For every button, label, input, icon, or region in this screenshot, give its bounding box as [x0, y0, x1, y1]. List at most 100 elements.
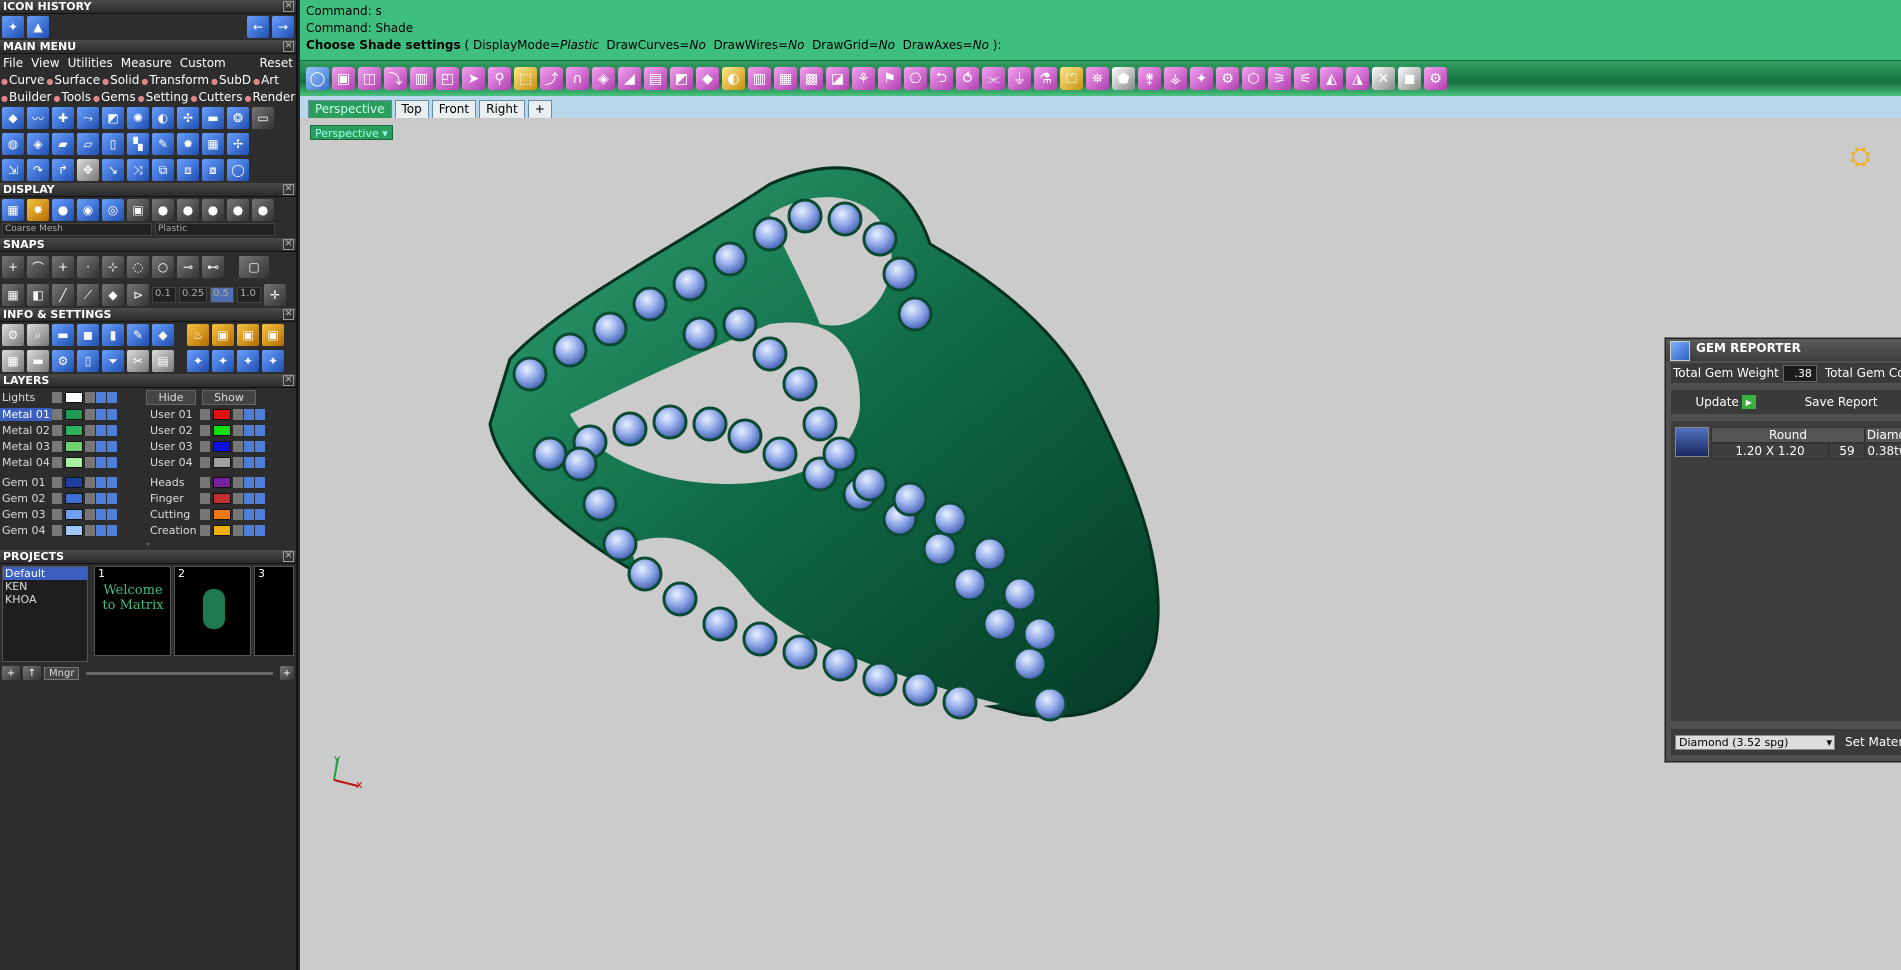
info-icon[interactable]: ◼ [77, 324, 99, 346]
preview-icon[interactable]: ▣ [127, 199, 149, 221]
toolbar-tool-icon[interactable]: ▦ [774, 67, 797, 90]
expand-icon[interactable] [200, 508, 210, 520]
layout-icon[interactable]: ▦ [2, 350, 24, 372]
select-icon[interactable] [255, 524, 265, 536]
tab-art[interactable]: Art [253, 73, 279, 87]
close-icon[interactable]: ✕ [283, 551, 294, 562]
edit-icon[interactable]: ✎ [127, 324, 149, 346]
show-button[interactable]: Show [202, 389, 256, 405]
menu-utilities[interactable]: Utilities [68, 56, 113, 70]
layer-row[interactable]: User 02 [148, 422, 296, 438]
toolbar-tool-icon[interactable]: ⏚ [1008, 67, 1031, 90]
snap-icon[interactable]: ⊹ [102, 256, 124, 278]
tool-icon[interactable]: ✹ [177, 133, 199, 155]
mesh-select[interactable]: Coarse Mesh [2, 223, 152, 236]
visible-icon[interactable] [244, 408, 254, 420]
snap-step[interactable]: 0.1 [152, 287, 176, 303]
toolbar-tool-icon[interactable]: ⥀ [956, 67, 979, 90]
thumb-slider[interactable] [86, 671, 273, 675]
visible-icon[interactable] [244, 476, 254, 488]
snap-icon[interactable]: ◆ [102, 284, 124, 306]
add-icon[interactable]: + [2, 666, 20, 680]
render-icon[interactable]: ◉ [77, 199, 99, 221]
layer-row[interactable]: User 03 [148, 438, 296, 454]
tool-icon[interactable]: ▬ [202, 107, 224, 129]
project-thumb[interactable]: 3 [254, 566, 294, 656]
layer-row[interactable]: User 04 [148, 454, 296, 470]
visible-icon[interactable] [244, 524, 254, 536]
snap-icon[interactable]: ⌒ [27, 256, 49, 278]
info-icon[interactable]: ▣ [262, 324, 284, 346]
toolbar-tool-icon[interactable]: ▩ [800, 67, 823, 90]
layer-name[interactable]: Metal 02 [0, 424, 52, 437]
layer-name[interactable]: Gem 04 [0, 524, 52, 537]
close-icon[interactable]: ✕ [283, 41, 294, 52]
menu-file[interactable]: File [3, 56, 23, 70]
lock-icon[interactable] [85, 524, 95, 536]
lock-icon[interactable] [233, 508, 243, 520]
info-icon[interactable]: ✦ [237, 350, 259, 372]
layer-color-swatch[interactable] [213, 424, 231, 436]
select-icon[interactable] [255, 408, 265, 420]
lock-icon[interactable] [85, 492, 95, 504]
layer-row[interactable]: Gem 04 [0, 522, 148, 538]
layer-color-swatch[interactable] [65, 424, 83, 436]
command-prompt[interactable]: Choose Shade settings ( DisplayMode=Plas… [306, 37, 1895, 54]
layer-name[interactable]: Gem 03 [0, 508, 52, 521]
expand-icon[interactable] [200, 456, 210, 468]
set-material-button[interactable]: Set Material▶ [1845, 735, 1901, 749]
layer-row[interactable]: Gem 02 [0, 490, 148, 506]
toolbar-tool-icon[interactable]: ◐ [722, 67, 745, 90]
info-icon[interactable]: ✦ [187, 350, 209, 372]
tool-icon[interactable]: ◍ [2, 133, 24, 155]
layer-color-swatch[interactable] [65, 476, 83, 488]
layer-color-swatch[interactable] [213, 508, 231, 520]
tab-builder[interactable]: Builder [1, 90, 51, 104]
opt-drawaxes[interactable]: DrawAxes=No [903, 38, 989, 52]
project-item[interactable]: Default [3, 567, 87, 580]
layer-color-swatch[interactable] [65, 440, 83, 452]
layer-btn[interactable] [96, 391, 106, 403]
layer-name[interactable]: User 03 [148, 440, 200, 453]
info-icon[interactable]: ⚙ [52, 350, 74, 372]
info-icon[interactable]: ▬ [27, 350, 49, 372]
forward-arrow-icon[interactable]: → [272, 16, 294, 38]
toolbar-tool-icon[interactable]: ◈ [592, 67, 615, 90]
info-icon[interactable]: ▤ [152, 350, 174, 372]
lock-icon[interactable] [85, 508, 95, 520]
layer-color-swatch[interactable] [213, 456, 231, 468]
snap-icon[interactable]: ⊳ [127, 284, 149, 306]
visible-icon[interactable] [96, 408, 106, 420]
toolbar-tool-icon[interactable]: ⚲ [488, 67, 511, 90]
visible-icon[interactable] [96, 440, 106, 452]
layer-name[interactable]: Cutting [148, 508, 200, 521]
snap-icon[interactable]: ⊸ [177, 256, 199, 278]
ring-gizmo-icon[interactable]: ⛭ [1850, 142, 1871, 173]
snap-icon[interactable]: ⊷ [202, 256, 224, 278]
toolbar-tool-icon[interactable]: ⬡ [1242, 67, 1265, 90]
select-icon[interactable] [255, 508, 265, 520]
project-thumb[interactable]: 1 Welcome to Matrix [94, 566, 171, 656]
visible-icon[interactable] [244, 440, 254, 452]
layer-color-swatch[interactable] [65, 408, 83, 420]
lock-icon[interactable] [85, 408, 95, 420]
toolbar-tool-icon[interactable]: ⚶ [1164, 67, 1187, 90]
expand-icon[interactable] [200, 440, 210, 452]
material-icon[interactable]: ● [202, 199, 224, 221]
tool-icon[interactable]: ◐ [152, 107, 174, 129]
info-icon[interactable]: ▣ [237, 324, 259, 346]
toolbar-tool-icon[interactable]: ➤ [462, 67, 485, 90]
toolbar-tool-icon[interactable]: ⚞ [1268, 67, 1291, 90]
layer-color-swatch[interactable] [213, 524, 231, 536]
layer-name[interactable]: Creation [148, 524, 200, 537]
toolbar-tool-icon[interactable]: ✦ [1190, 67, 1213, 90]
visible-icon[interactable] [96, 476, 106, 488]
hide-button[interactable]: Hide [146, 389, 196, 405]
visible-icon[interactable] [96, 508, 106, 520]
tool-icon[interactable]: 〰 [27, 107, 49, 129]
up-icon[interactable]: ↑ [23, 666, 41, 680]
lighting-icon[interactable]: ✸ [27, 199, 49, 221]
snap-icon[interactable]: ▢ [239, 256, 269, 278]
opt-drawcurves[interactable]: DrawCurves=No [606, 38, 705, 52]
snap-icon[interactable]: + [2, 256, 24, 278]
